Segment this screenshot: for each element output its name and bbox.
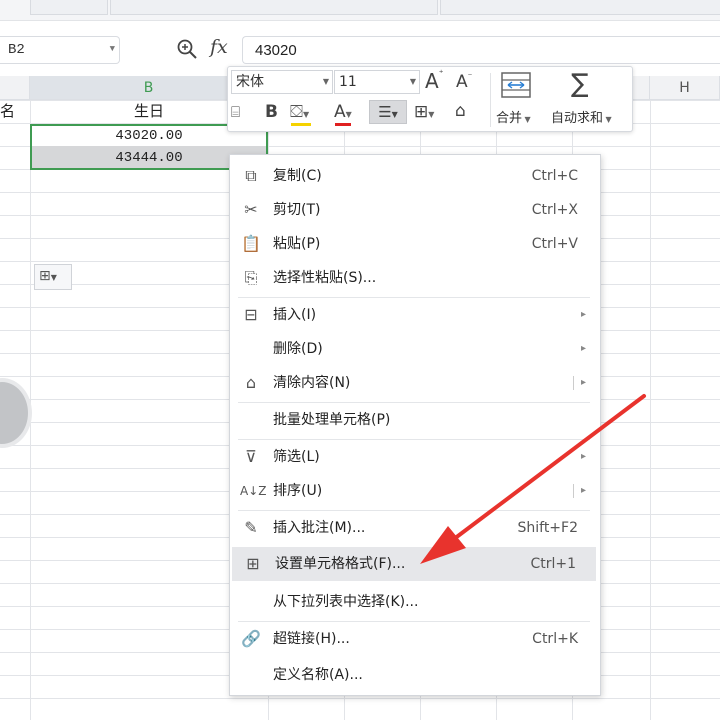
- arrow-head: [420, 526, 466, 564]
- annotation-arrow: [420, 394, 646, 564]
- arrow-shaft: [440, 394, 646, 550]
